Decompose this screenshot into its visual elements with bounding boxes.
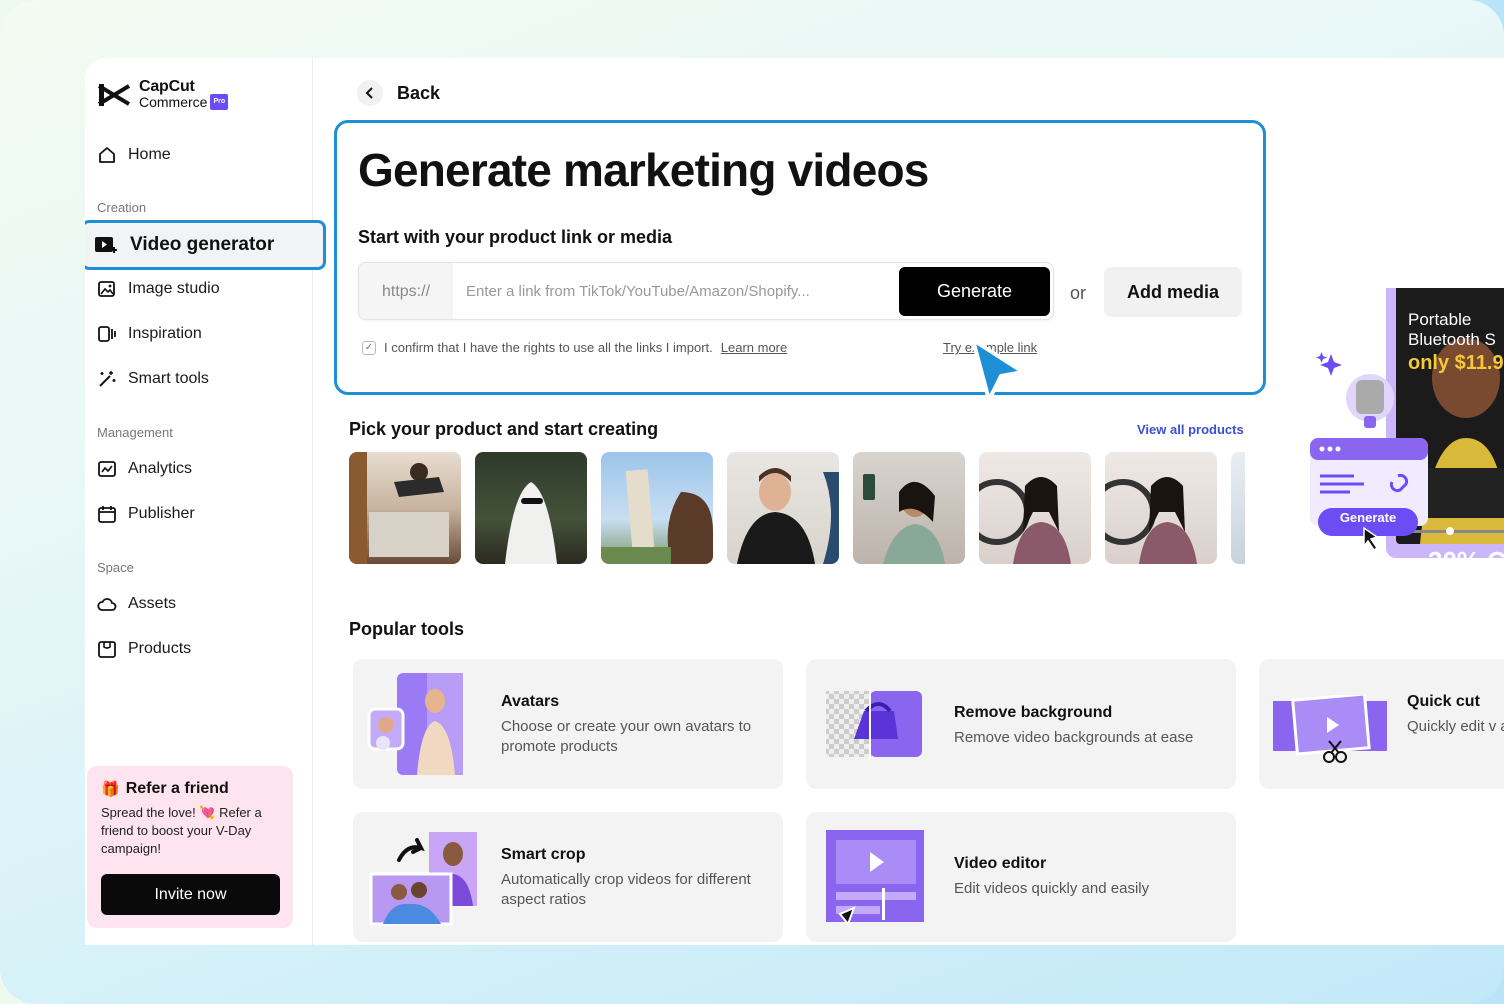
gift-icon: 🎁 (101, 781, 120, 798)
calendar-icon (98, 506, 116, 523)
brand-name: CapCut (139, 78, 195, 95)
refer-card: 🎁 Refer a friend Spread the love! 💘 Refer… (87, 766, 293, 928)
pick-product-title: Pick your product and start creating (349, 419, 659, 439)
magic-wand-icon (99, 371, 116, 387)
product-box-icon (98, 641, 116, 658)
tool-card-quick-cut[interactable]: Quick cut Quickly edit v and editing te (1259, 659, 1504, 789)
background-frame: CapCut Commerce Pro Home Creation Video g… (0, 0, 1504, 1004)
sidebar-item-label: Analytics (128, 460, 193, 477)
product-thumbnail[interactable] (853, 452, 965, 564)
popular-tools-title: Popular tools (349, 619, 465, 639)
tool-name: Avatars (501, 693, 560, 710)
brand-logo[interactable]: CapCut Commerce Pro (97, 78, 229, 110)
sidebar-item-label: Video generator (130, 234, 275, 255)
tool-name: Video editor (954, 855, 1047, 872)
back-label: Back (397, 82, 441, 103)
quick-cut-illustration (1273, 695, 1387, 763)
section-label-management: Management (97, 425, 173, 440)
sidebar-item-home[interactable]: Home (97, 140, 171, 170)
product-thumbnail[interactable] (979, 452, 1091, 564)
add-media-button[interactable]: Add media (1104, 267, 1242, 317)
learn-more-link[interactable]: Learn more (721, 340, 787, 355)
sidebar-item-video-generator[interactable]: Video generator (85, 220, 326, 270)
url-prefix: https:// (359, 263, 453, 319)
capcut-logo-icon (97, 84, 131, 106)
tool-name: Smart crop (501, 846, 586, 863)
promo-line2: Bluetooth S (1408, 330, 1496, 349)
product-thumbnail[interactable] (1105, 452, 1217, 564)
sidebar-item-assets[interactable]: Assets (97, 589, 176, 619)
section-label-creation: Creation (97, 200, 147, 215)
analytics-icon (98, 461, 116, 477)
tool-desc: Choose or create your own avatars to pro… (501, 718, 752, 755)
pro-badge: Pro (210, 94, 229, 110)
tool-desc: Remove video backgrounds at ease (954, 729, 1194, 746)
tool-desc: Edit videos quickly and easily (954, 880, 1150, 897)
product-thumbnail[interactable] (349, 452, 461, 564)
generate-button[interactable]: Generate (899, 267, 1050, 316)
image-sparkle-icon (98, 281, 115, 297)
promo-discount: 30% C (1428, 546, 1504, 576)
tool-desc: Automatically crop videos for different … (501, 871, 751, 908)
tool-card-video-editor[interactable]: Video editor Edit videos quickly and eas… (806, 812, 1236, 942)
url-field: https:// Generate (358, 262, 1054, 320)
generate-card: Generate marketing videos Start with you… (334, 120, 1266, 395)
product-thumbnails (349, 452, 1245, 564)
promo-line1: Portable (1408, 310, 1472, 329)
video-editor-illustration (826, 830, 924, 926)
tool-card-smart-crop[interactable]: Smart crop Automatically crop videos for… (353, 812, 783, 942)
smart-crop-illustration (369, 832, 477, 926)
confirm-text: I confirm that I have the rights to use … (384, 340, 713, 355)
tool-card-remove-background[interactable]: Remove background Remove video backgroun… (806, 659, 1236, 789)
product-thumbnail[interactable] (601, 452, 713, 564)
product-thumbnail[interactable] (475, 452, 587, 564)
sidebar-item-smart-tools[interactable]: Smart tools (97, 364, 209, 394)
cloud-icon (97, 598, 117, 611)
avatars-illustration (367, 673, 463, 775)
sidebar-item-label: Inspiration (128, 325, 202, 342)
refer-body: Spread the love! 💘 Refer a friend to boo… (101, 805, 262, 856)
product-thumbnail[interactable] (727, 452, 839, 564)
product-link-input[interactable] (453, 263, 897, 319)
sidebar-item-image-studio[interactable]: Image studio (97, 274, 220, 304)
promo-generate-button: Generate (1339, 510, 1397, 525)
sidebar-item-label: Image studio (128, 280, 220, 297)
or-label: or (1070, 283, 1087, 303)
tool-desc: Quickly edit v and editing te (1407, 718, 1504, 735)
remove-background-illustration (826, 689, 922, 759)
brand-sub: Commerce (139, 94, 208, 110)
product-thumbnail[interactable] (1231, 452, 1245, 564)
sidebar-item-inspiration[interactable]: Inspiration (97, 319, 202, 349)
sidebar-item-analytics[interactable]: Analytics (97, 454, 192, 484)
promo-price: only $11.9 (1408, 352, 1504, 374)
app-window: CapCut Commerce Pro Home Creation Video g… (85, 58, 1504, 945)
sidebar: CapCut Commerce Pro Home Creation Video g… (85, 58, 326, 945)
sidebar-item-label: Smart tools (128, 370, 209, 387)
sidebar-item-label: Products (128, 640, 192, 657)
video-plus-icon (95, 237, 117, 253)
sidebar-item-publisher[interactable]: Publisher (97, 499, 195, 529)
page-title: Generate marketing videos (358, 144, 929, 196)
inspiration-icon (98, 326, 116, 342)
rights-checkbox[interactable]: ✓ (362, 340, 376, 355)
sidebar-item-label: Publisher (128, 505, 195, 522)
home-icon (99, 147, 115, 163)
generate-subtitle: Start with your product link or media (358, 227, 673, 247)
tool-name: Remove background (954, 704, 1113, 721)
section-label-space: Space (97, 560, 134, 575)
sidebar-item-products[interactable]: Products (97, 634, 191, 664)
chevron-left-icon (357, 80, 383, 106)
invite-now-button[interactable]: Invite now (101, 874, 280, 915)
pointer-cursor-icon (971, 338, 1025, 402)
refer-title: Refer a friend (125, 780, 229, 797)
back-button[interactable]: Back (357, 80, 440, 106)
tool-name: Quick cut (1407, 693, 1480, 710)
promo-illustration: Portable Bluetooth S only $11.9 Generate… (1300, 288, 1504, 618)
view-all-products-link[interactable]: View all products (1137, 422, 1244, 437)
sidebar-item-label: Home (128, 146, 171, 163)
tool-card-avatars[interactable]: Avatars Choose or create your own avatar… (353, 659, 783, 789)
sidebar-item-label: Assets (128, 595, 177, 612)
rights-confirmation: ✓ I confirm that I have the rights to us… (362, 340, 787, 355)
